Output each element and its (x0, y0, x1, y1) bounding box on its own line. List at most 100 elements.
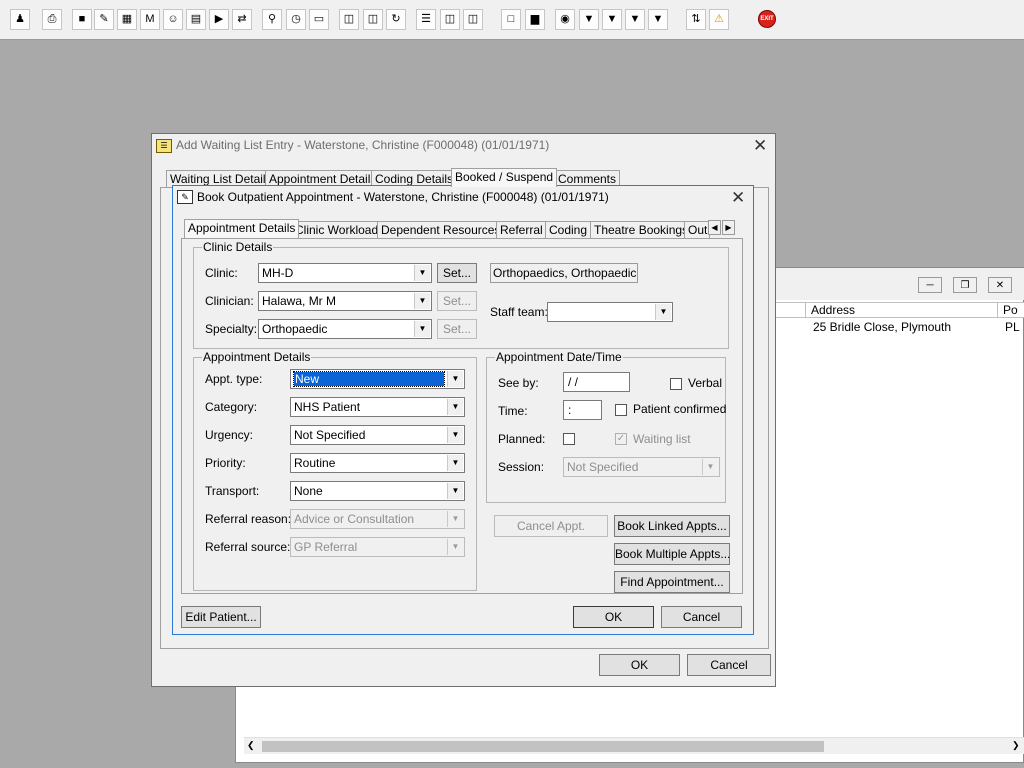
time-input[interactable]: : (563, 400, 602, 420)
chevron-down-icon[interactable]: ▼ (447, 455, 463, 471)
cancel-appt-button[interactable]: Cancel Appt. (494, 515, 608, 537)
transfer-icon[interactable]: ⇄ (232, 9, 252, 30)
patient-confirmed-checkbox[interactable] (615, 404, 627, 416)
inbox-icon[interactable]: ▼ (579, 9, 599, 30)
chevron-down-icon[interactable]: ▼ (447, 427, 463, 443)
see-by-input[interactable]: / / (563, 372, 630, 392)
search-icon[interactable]: ⚲ (262, 9, 282, 30)
book-multiple-appts-button[interactable]: Book Multiple Appts... (614, 543, 730, 565)
referral-source-select[interactable]: GP Referral ▼ (290, 537, 465, 557)
edit-patient-button[interactable]: Edit Patient... (181, 606, 261, 628)
planned-checkbox[interactable] (563, 433, 575, 445)
chevron-down-icon[interactable]: ▼ (447, 483, 463, 499)
specialty-set-button[interactable]: Set... (437, 319, 477, 339)
verbal-checkbox[interactable] (670, 378, 682, 390)
chevron-down-icon[interactable]: ▼ (414, 321, 430, 337)
patient-search-icon[interactable]: ♟ (10, 9, 30, 30)
horizontal-scrollbar[interactable]: ❮ ❯ (244, 737, 1024, 754)
priority-select[interactable]: Routine ▼ (290, 453, 465, 473)
waiting-list-close-icon[interactable]: ✕ (753, 137, 767, 154)
tab-clinic-workload[interactable]: Clinic Workload (291, 221, 383, 238)
tab-referral[interactable]: Referral (496, 221, 547, 238)
specialty-select[interactable]: Orthopaedic ▼ (258, 319, 432, 339)
tab-scroll-left-icon[interactable]: ◀ (708, 220, 721, 235)
chevron-down-icon[interactable]: ▼ (447, 371, 463, 387)
clinician-set-button[interactable]: Set... (437, 291, 477, 311)
row-address[interactable]: 25 Bridle Close, Plymouth (808, 320, 951, 335)
book-cancel-button[interactable]: Cancel (661, 606, 742, 628)
warning-icon[interactable]: ⚠ (709, 9, 729, 30)
transport-select[interactable]: None ▼ (290, 481, 465, 501)
column-postcode[interactable]: Po (998, 303, 1024, 318)
appt-type-select[interactable]: New ▼ (290, 369, 465, 389)
book-appointment-dialog: ✎ Book Outpatient Appointment - Watersto… (172, 185, 754, 635)
restore-icon[interactable]: ❐ (953, 277, 977, 293)
book-linked-appts-button[interactable]: Book Linked Appts... (614, 515, 730, 537)
scroll-right-icon[interactable]: ❯ (1012, 740, 1020, 751)
tab-scroll-right-icon[interactable]: ▶ (722, 220, 735, 235)
book-dialog-close-icon[interactable]: ✕ (731, 189, 745, 206)
tab-booked-suspend[interactable]: Booked / Suspend (451, 168, 558, 187)
swap-icon[interactable]: ▼ (648, 9, 668, 30)
tab-theatre-bookings[interactable]: Theatre Bookings (590, 221, 693, 238)
bar-chart-icon[interactable]: ▆ (525, 9, 545, 30)
chevron-down-icon[interactable]: ▼ (447, 399, 463, 415)
book-ok-button[interactable]: OK (573, 606, 654, 628)
cycle-icon[interactable]: ↻ (386, 9, 406, 30)
book-icon[interactable]: ■ (72, 9, 92, 30)
waiting-list-checkbox[interactable]: ✓ (615, 433, 627, 445)
urgency-select[interactable]: Not Specified ▼ (290, 425, 465, 445)
session-select[interactable]: Not Specified ▼ (563, 457, 720, 477)
tab-coding[interactable]: Coding (545, 221, 592, 238)
find-appointment-button[interactable]: Find Appointment... (614, 571, 730, 593)
time-label: Time: (498, 404, 528, 418)
referral-icon[interactable]: ▶ (209, 9, 229, 30)
chevron-down-icon[interactable]: ▼ (414, 265, 430, 281)
verbal-label: Verbal (688, 376, 723, 390)
chart-icon[interactable]: ◫ (363, 9, 383, 30)
waiting-list-ok-button[interactable]: OK (599, 654, 680, 676)
column-address[interactable]: Address (806, 303, 998, 318)
appt-type-value: New (293, 371, 445, 387)
chevron-down-icon[interactable]: ▼ (655, 304, 671, 320)
report-icon[interactable]: ◫ (339, 9, 359, 30)
chevron-down-icon[interactable]: ▼ (447, 539, 463, 555)
tab-dependent-resources[interactable]: Dependent Resources (377, 221, 505, 238)
person-icon[interactable]: ☺ (163, 9, 183, 30)
waiting-list-cancel-button[interactable]: Cancel (687, 654, 771, 676)
chevron-down-icon[interactable]: ▼ (702, 459, 718, 475)
referral-reason-select[interactable]: Advice or Consultation ▼ (290, 509, 465, 529)
chevron-down-icon[interactable]: ▼ (447, 511, 463, 527)
clinic-select[interactable]: MH-D ▼ (258, 263, 432, 283)
scrollbar-thumb[interactable] (262, 741, 824, 752)
monitor-icon[interactable]: ▭ (309, 9, 329, 30)
clock-icon[interactable]: ◷ (286, 9, 306, 30)
chevron-down-icon[interactable]: ▼ (414, 293, 430, 309)
tab-book-appointment-details[interactable]: Appointment Details (184, 219, 300, 238)
globe-icon[interactable]: ◉ (555, 9, 575, 30)
exit-icon[interactable]: EXIT (758, 10, 776, 28)
appointment-book-icon: ✎ (177, 190, 193, 204)
clinician-select[interactable]: Halawa, Mr M ▼ (258, 291, 432, 311)
notepad-icon[interactable]: ▤ (186, 9, 206, 30)
letter-m-icon[interactable]: M (140, 9, 160, 30)
document-icon[interactable]: □ (501, 9, 521, 30)
staff-team-select[interactable]: ▼ (547, 302, 673, 322)
swap-arrows-icon[interactable]: ⇅ (686, 9, 706, 30)
export-icon[interactable]: ▼ (625, 9, 645, 30)
printer-icon[interactable]: ⎙ (42, 9, 62, 30)
edit-icon[interactable]: ✎ (94, 9, 114, 30)
calendar-icon[interactable]: ▦ (117, 9, 137, 30)
list-icon[interactable]: ☰ (416, 9, 436, 30)
outbox-icon[interactable]: ▼ (602, 9, 622, 30)
tab-out[interactable]: Out (684, 221, 710, 238)
waiting-list-label: Waiting list (633, 432, 691, 446)
tray-icon[interactable]: ◫ (440, 9, 460, 30)
close-icon[interactable]: ✕ (988, 277, 1012, 293)
network-icon[interactable]: ◫ (463, 9, 483, 30)
minimize-icon[interactable]: ─ (918, 277, 942, 293)
clinic-set-button[interactable]: Set... (437, 263, 477, 283)
row-postcode[interactable]: PL (1000, 320, 1020, 335)
scroll-left-icon[interactable]: ❮ (247, 740, 255, 751)
category-select[interactable]: NHS Patient ▼ (290, 397, 465, 417)
